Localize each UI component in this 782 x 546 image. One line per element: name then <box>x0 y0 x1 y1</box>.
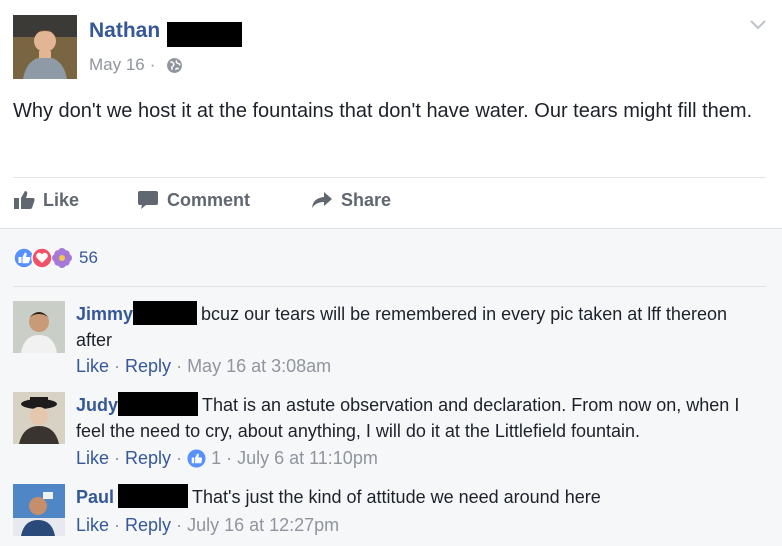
separator-dot: · <box>114 515 121 535</box>
reaction-summary[interactable]: 56 <box>13 245 98 271</box>
like-button[interactable]: Like <box>13 185 79 215</box>
comment-reply-link[interactable]: Reply <box>125 448 171 469</box>
separator-dot: · <box>176 448 183 468</box>
separator-dot: · <box>114 356 121 376</box>
globe-icon[interactable] <box>166 57 183 74</box>
separator-dot: · <box>149 55 156 74</box>
post-author-name[interactable]: Nathan <box>89 19 160 43</box>
comment-button[interactable]: Comment <box>137 185 250 215</box>
reaction-count: 56 <box>79 248 98 267</box>
divider <box>13 177 766 178</box>
separator-dot: · <box>226 448 233 468</box>
post-card: Nathan May 16 · Why don't we host it at … <box>0 0 782 228</box>
commenter-avatar[interactable] <box>13 484 65 536</box>
chevron-down-icon[interactable] <box>748 17 768 33</box>
author-avatar[interactable] <box>13 15 77 79</box>
commenter-name[interactable]: Judy <box>76 395 118 415</box>
commenter-avatar[interactable] <box>13 301 65 353</box>
like-count-icon <box>187 449 206 468</box>
commenter-avatar[interactable] <box>13 392 65 444</box>
comment-text-block: Jimmy bcuz our tears will be remembered i… <box>76 301 766 353</box>
comments-section: 56 Jimmy bcuz our tears will be remembere… <box>0 228 782 546</box>
separator-dot: · <box>176 356 183 376</box>
share-label: Share <box>341 189 392 210</box>
comment-like-link[interactable]: Like <box>76 515 109 536</box>
separator-dot: · <box>176 515 183 535</box>
redaction-bar <box>118 484 189 508</box>
comment-icon <box>138 191 158 209</box>
heart-reaction-icon <box>31 247 53 269</box>
comment-text-block: Judy That is an astute observation and de… <box>76 392 766 444</box>
redaction-bar <box>167 22 242 47</box>
commenter-name[interactable]: Paul <box>76 487 114 507</box>
post-date[interactable]: May 16 <box>89 55 145 75</box>
comment-text: That's just the kind of attitude we need… <box>192 487 601 507</box>
comment-meta: Like · Reply · 1 · July 6 at 11:10pm <box>76 448 378 469</box>
thumbs-up-icon <box>14 191 35 209</box>
comment-timestamp[interactable]: July 6 at 11:10pm <box>237 448 378 469</box>
comment-timestamp[interactable]: July 16 at 12:27pm <box>187 515 339 536</box>
separator-dot: · <box>114 448 121 468</box>
comment-text-block: Paul That's just the kind of attitude we … <box>76 484 766 510</box>
comment-like-link[interactable]: Like <box>76 356 109 377</box>
comment-meta: Like · Reply · May 16 at 3:08am <box>76 356 331 377</box>
comment-reply-link[interactable]: Reply <box>125 356 171 377</box>
post-actions: Like Comment Share <box>13 185 773 215</box>
comment-meta: Like · Reply · July 16 at 12:27pm <box>76 515 339 536</box>
commenter-name[interactable]: Jimmy <box>76 304 133 324</box>
like-label: Like <box>43 189 80 210</box>
divider <box>13 286 766 287</box>
comment-timestamp[interactable]: May 16 at 3:08am <box>187 356 331 377</box>
flower-reaction-icon <box>52 248 72 268</box>
comment-like-link[interactable]: Like <box>76 448 109 469</box>
redaction-bar <box>133 301 198 325</box>
comment-reply-link[interactable]: Reply <box>125 515 171 536</box>
redaction-bar <box>118 392 199 416</box>
share-arrow-icon <box>312 192 332 208</box>
comment-like-count[interactable]: 1 <box>211 448 221 469</box>
post-text: Why don't we host it at the fountains th… <box>13 100 753 122</box>
share-button[interactable]: Share <box>311 185 391 215</box>
post-meta: May 16 · <box>89 55 183 75</box>
comment-label: Comment <box>167 189 251 210</box>
